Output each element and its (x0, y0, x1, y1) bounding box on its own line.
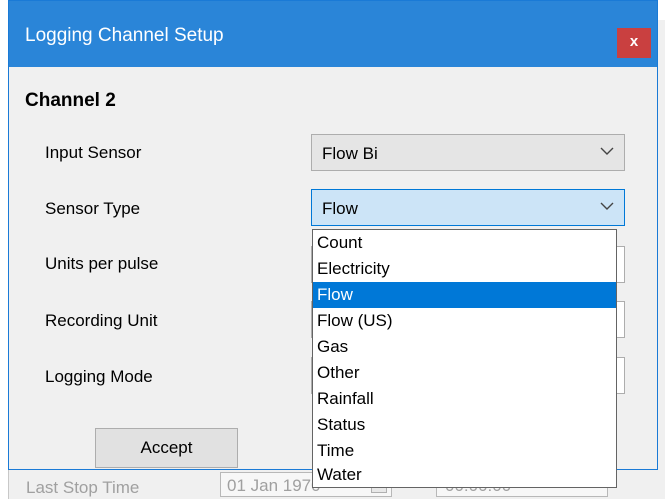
channel-title: Channel 2 (25, 90, 116, 111)
dropdown-option[interactable]: Rainfall (313, 386, 616, 412)
dropdown-option-selected[interactable]: Flow (313, 282, 616, 308)
dropdown-option[interactable]: Electricity (313, 256, 616, 282)
logging-mode-label: Logging Mode (45, 367, 153, 386)
dropdown-option[interactable]: Other (313, 360, 616, 386)
dropdown-option[interactable]: Water (313, 462, 616, 488)
close-button[interactable]: x (617, 28, 651, 58)
input-sensor-label: Input Sensor (45, 143, 142, 162)
sensor-type-label: Sensor Type (45, 199, 141, 218)
dropdown-option[interactable]: Gas (313, 334, 616, 360)
recording-unit-label: Recording Unit (45, 311, 158, 330)
chevron-down-icon (600, 202, 614, 210)
dialog-titlebar[interactable]: Logging Channel Setup x (9, 1, 657, 67)
sensor-type-dropdown-list: Count Electricity Flow Flow (US) Gas Oth… (312, 229, 617, 488)
sensor-type-value: Flow (322, 199, 358, 218)
dropdown-option[interactable]: Count (313, 230, 616, 256)
dropdown-option[interactable]: Flow (US) (313, 308, 616, 334)
last-stop-date-value: 01 Jan 1970 (227, 476, 321, 495)
dropdown-option[interactable]: Status (313, 412, 616, 438)
units-per-pulse-label: Units per pulse (45, 254, 159, 273)
sensor-type-combo[interactable]: Flow (311, 189, 625, 226)
dialog-title: Logging Channel Setup (25, 25, 224, 46)
dropdown-option[interactable]: Time (313, 438, 616, 464)
input-sensor-combo[interactable]: Flow Bi (311, 134, 625, 171)
input-sensor-value: Flow Bi (322, 144, 378, 163)
last-stop-label: Last Stop Time (26, 478, 140, 497)
chevron-down-icon (600, 147, 614, 155)
accept-button[interactable]: Accept (95, 428, 238, 468)
